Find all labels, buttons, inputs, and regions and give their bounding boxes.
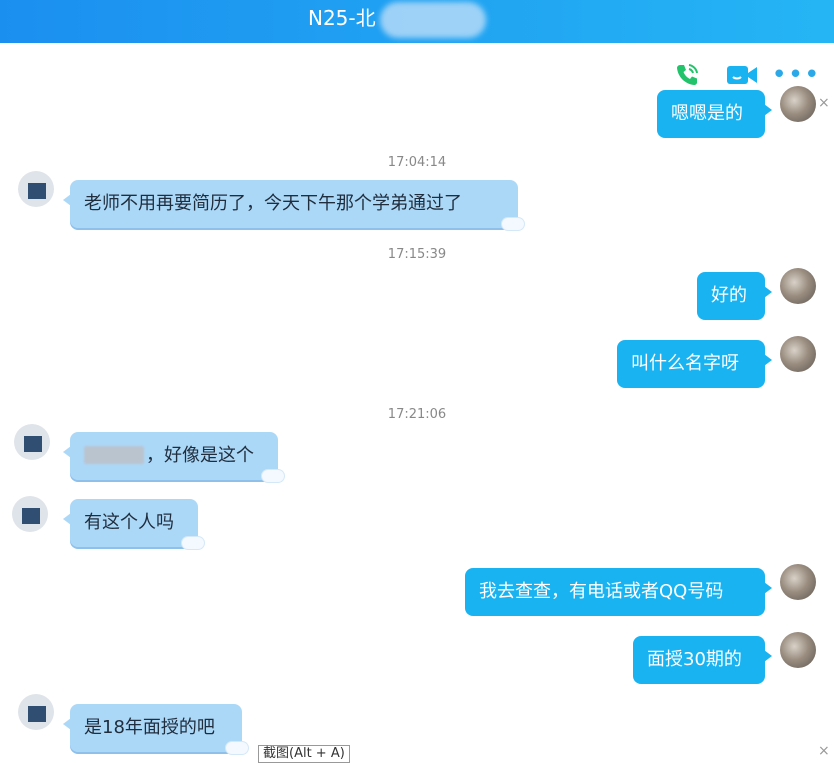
message-bubble-incoming[interactable]: ，好像是这个 <box>63 432 284 482</box>
message-text: 有这个人吗 <box>84 512 174 533</box>
bubble-cloud-decoration <box>262 470 284 482</box>
avatar-contact[interactable] <box>18 171 54 207</box>
phone-call-icon[interactable] <box>671 60 703 90</box>
blurred-name <box>84 446 144 464</box>
avatar-contact[interactable] <box>14 424 50 460</box>
avatar-self[interactable] <box>780 336 816 372</box>
message-bubble-outgoing[interactable]: 面授30期的 <box>633 636 772 684</box>
timestamp: 17:15:39 <box>387 247 447 262</box>
message-text: 老师不用再要简历了，今天下午那个学弟通过了 <box>84 193 462 214</box>
timestamp: 17:04:14 <box>387 155 447 170</box>
message-text: 嗯嗯是的 <box>671 103 743 124</box>
message-text: ，好像是这个 <box>146 445 254 466</box>
bubble-cloud-decoration <box>226 742 248 754</box>
title-bar: N25-北 <box>0 0 834 43</box>
message-text: 好的 <box>711 285 747 306</box>
avatar-self[interactable] <box>780 564 816 600</box>
avatar-self[interactable] <box>780 86 816 122</box>
message-bubble-incoming[interactable]: 老师不用再要简历了，今天下午那个学弟通过了 <box>63 180 524 230</box>
blurred-title-part <box>380 2 486 38</box>
message-bubble-outgoing[interactable]: 我去查查，有电话或者QQ号码 <box>465 568 772 616</box>
screenshot-tooltip: 截图(Alt + A) <box>258 745 350 763</box>
bubble-cloud-decoration <box>502 218 524 230</box>
message-text: 是18年面授的吧 <box>84 717 215 738</box>
message-bubble-outgoing[interactable]: 嗯嗯是的 <box>657 90 772 138</box>
message-text: 面授30期的 <box>647 649 742 670</box>
avatar-self[interactable] <box>780 268 816 304</box>
message-text: 我去查查，有电话或者QQ号码 <box>479 581 724 602</box>
message-bubble-outgoing[interactable]: 叫什么名字呀 <box>617 340 772 388</box>
video-call-icon[interactable] <box>726 60 758 90</box>
close-icon[interactable]: × <box>818 96 830 110</box>
message-bubble-incoming[interactable]: 是18年面授的吧 <box>63 704 248 754</box>
avatar-contact[interactable] <box>18 694 54 730</box>
chat-title: N25-北 <box>308 6 376 30</box>
bubble-cloud-decoration <box>182 537 204 549</box>
avatar-self[interactable] <box>780 632 816 668</box>
timestamp: 17:21:06 <box>387 407 447 422</box>
close-icon[interactable]: × <box>818 744 830 758</box>
avatar-contact[interactable] <box>12 496 48 532</box>
message-bubble-outgoing[interactable]: 好的 <box>697 272 772 320</box>
message-text: 叫什么名字呀 <box>631 353 739 374</box>
message-bubble-incoming[interactable]: 有这个人吗 <box>63 499 204 549</box>
